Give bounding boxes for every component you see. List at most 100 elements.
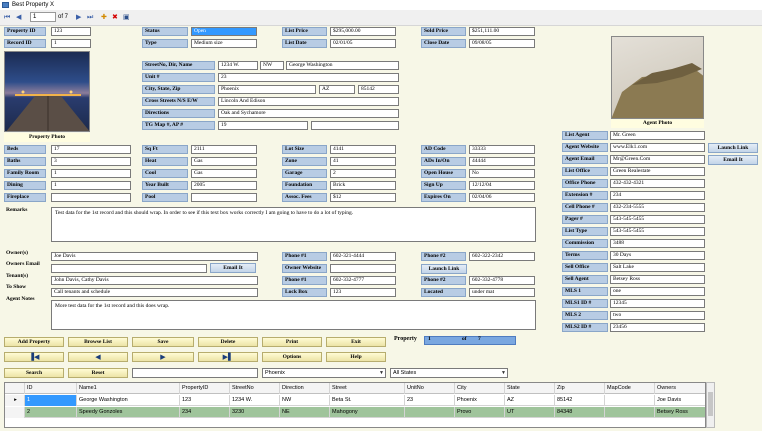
column-header[interactable]: UnitNo <box>405 383 455 394</box>
type-field[interactable]: Medium size <box>191 39 257 48</box>
city-field[interactable]: Phoenix <box>218 85 316 94</box>
exit-button[interactable]: Exit <box>326 337 386 347</box>
status-field[interactable]: Open <box>191 27 257 36</box>
family-room-field[interactable]: 1 <box>51 169 131 178</box>
street-name-field[interactable]: George Washington <box>286 61 399 70</box>
close-date-field[interactable]: 09/08/05 <box>469 39 535 48</box>
add-new-icon[interactable]: ✚ <box>101 12 107 22</box>
browse-list-button[interactable]: Browse List <box>68 337 128 347</box>
column-header[interactable]: ID <box>25 383 77 394</box>
table-cell[interactable]: 3230 <box>230 407 280 418</box>
table-row[interactable]: 2 Speedy Gonzoles 234 3230 NE Mahogony P… <box>5 407 705 418</box>
zip-field[interactable]: 85142 <box>358 85 399 94</box>
grid-vertical-scrollbar[interactable] <box>706 382 715 428</box>
owners-field[interactable]: Joe Davis <box>51 252 258 261</box>
state-field[interactable]: AZ <box>319 85 355 94</box>
first-record-button[interactable]: ▐◀ <box>4 352 64 362</box>
list-office-field[interactable]: Green Realestate <box>610 167 705 176</box>
column-header[interactable]: PropertyID <box>180 383 230 394</box>
table-cell[interactable]: Betsey Ross <box>655 407 705 418</box>
table-cell[interactable] <box>405 407 455 418</box>
sq-ft-field[interactable]: 2111 <box>191 145 257 154</box>
tg-map-field[interactable]: 19 <box>218 121 308 130</box>
list-price-field[interactable]: $295,000.00 <box>330 27 396 36</box>
table-cell[interactable]: NW <box>280 395 330 406</box>
mls1-field[interactable]: one <box>610 287 705 296</box>
record-id-field[interactable]: 1 <box>51 39 91 48</box>
baths-field[interactable]: 3 <box>51 157 131 166</box>
pager-field[interactable]: 543-545-5455 <box>610 215 705 224</box>
beds-field[interactable]: 17 <box>51 145 131 154</box>
column-header[interactable]: MapCode <box>605 383 655 394</box>
scrollbar-thumb[interactable] <box>708 392 713 416</box>
property-grid[interactable]: ID Name1 PropertyID StreetNo Direction S… <box>4 382 706 428</box>
mls2-id-field[interactable]: 23456 <box>610 323 705 332</box>
heat-field[interactable]: Gas <box>191 157 257 166</box>
tenants-field[interactable]: John Davis, Cathy Davis <box>51 276 258 285</box>
table-cell[interactable]: 123 <box>180 395 230 406</box>
table-cell[interactable]: 2 <box>25 407 77 418</box>
cell-phone-field[interactable]: 432-234-5555 <box>610 203 705 212</box>
foundation-field[interactable]: Brick <box>330 181 396 190</box>
email-agent-button[interactable]: Email It <box>708 155 758 165</box>
agent-email-field[interactable]: Mr@Green.Com <box>610 155 705 164</box>
city-filter-select[interactable]: Phoenix ▼ <box>262 368 386 378</box>
table-cell[interactable] <box>605 395 655 406</box>
mls1-id-field[interactable]: 12345 <box>610 299 705 308</box>
list-agent-field[interactable]: Mr. Green <box>610 131 705 140</box>
table-cell[interactable]: UT <box>505 407 555 418</box>
street-number-field[interactable]: 1234 W. <box>218 61 258 70</box>
assoc-fees-field[interactable]: $12 <box>330 193 396 202</box>
phone2-field[interactable]: 602-322-2342 <box>469 252 535 261</box>
add-property-button[interactable]: Add Property <box>4 337 64 347</box>
launch-agent-link-button[interactable]: Launch Link <box>708 143 758 153</box>
dining-field[interactable]: 1 <box>51 181 131 190</box>
to-show-field[interactable]: Call tenants and schedule <box>51 288 258 297</box>
property-id-field[interactable]: 123 <box>51 27 91 36</box>
zone-field[interactable]: 41 <box>330 157 396 166</box>
column-header[interactable]: Zip <box>555 383 605 394</box>
launch-owner-link-button[interactable]: Launch Link <box>421 264 467 274</box>
table-cell[interactable]: George Washington <box>77 395 180 406</box>
table-cell[interactable]: 85142 <box>555 395 605 406</box>
located-field[interactable]: under mat <box>469 288 535 297</box>
garage-field[interactable]: 2 <box>330 169 396 178</box>
phone2b-field[interactable]: 602-332-4778 <box>469 276 535 285</box>
owner-website-field[interactable] <box>330 264 396 273</box>
previous-record-icon[interactable]: ◀ <box>16 12 21 22</box>
options-button[interactable]: Options <box>262 352 322 362</box>
column-header[interactable]: City <box>455 383 505 394</box>
cool-field[interactable]: Gas <box>191 169 257 178</box>
extension-field[interactable]: 234 <box>610 191 705 200</box>
agent-website-field[interactable]: www.Elk1.com <box>610 143 705 152</box>
mls2-field[interactable]: two <box>610 311 705 320</box>
pool-field[interactable] <box>191 193 257 202</box>
column-header[interactable]: Name1 <box>77 383 180 394</box>
column-header[interactable]: State <box>505 383 555 394</box>
table-cell[interactable]: Provo <box>455 407 505 418</box>
last-record-button[interactable]: ▶▌ <box>198 352 258 362</box>
sell-office-field[interactable]: Salt Lake <box>610 263 705 272</box>
commission-field[interactable]: 3488 <box>610 239 705 248</box>
table-cell[interactable]: Speedy Gonzoles <box>77 407 180 418</box>
table-cell[interactable]: Phoenix <box>455 395 505 406</box>
street-direction-field[interactable]: NW <box>260 61 284 70</box>
save-button[interactable]: Save <box>132 337 194 347</box>
print-button[interactable]: Print <box>262 337 322 347</box>
remarks-textarea[interactable]: Test data for the 1st record and this sh… <box>51 207 536 242</box>
lock-box-field[interactable]: 123 <box>330 288 396 297</box>
table-cell[interactable]: Joe Davis <box>655 395 705 406</box>
table-cell[interactable] <box>605 407 655 418</box>
phone1b-field[interactable]: 602-332-4777 <box>330 276 396 285</box>
state-filter-select[interactable]: All States ▼ <box>390 368 508 378</box>
column-header[interactable]: Street <box>330 383 405 394</box>
sign-up-field[interactable]: 12/12/04 <box>469 181 535 190</box>
column-header[interactable]: StreetNo <box>230 383 280 394</box>
sold-price-field[interactable]: $251,111.00 <box>469 27 535 36</box>
fireplace-field[interactable] <box>51 193 131 202</box>
table-cell[interactable]: Beta St. <box>330 395 405 406</box>
delete-button[interactable]: Delete <box>198 337 258 347</box>
office-phone-field[interactable]: 432-432-4321 <box>610 179 705 188</box>
column-header[interactable]: Owners <box>655 383 705 394</box>
next-record-icon[interactable]: ▶ <box>76 12 81 22</box>
